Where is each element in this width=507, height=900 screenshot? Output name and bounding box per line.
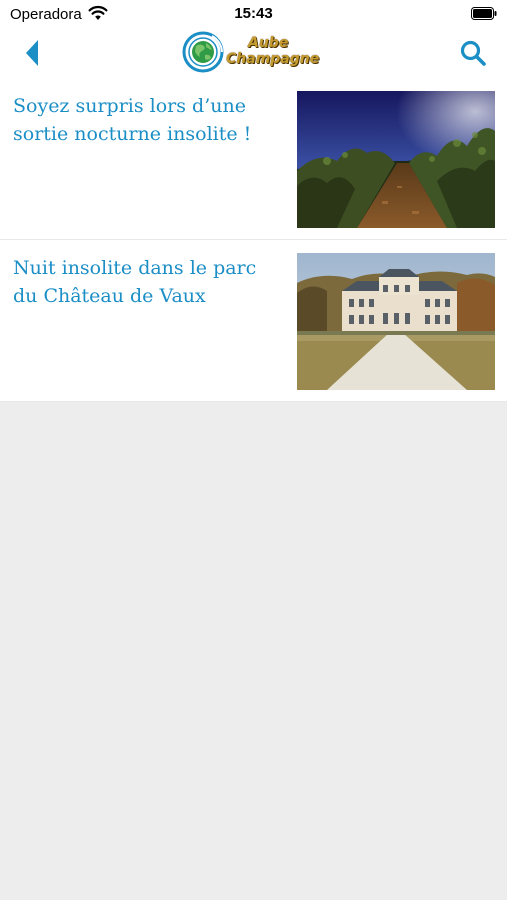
vineyard-night-image xyxy=(297,91,495,228)
status-time: 15:43 xyxy=(234,5,273,22)
nav-bar: Aube Champagne xyxy=(0,28,507,78)
back-button[interactable] xyxy=(18,36,48,70)
search-icon xyxy=(460,40,486,66)
article-title: Nuit insolite dans le parc du Château de… xyxy=(13,257,257,307)
list-item[interactable]: Soyez surpris lors d’une sortie nocturne… xyxy=(0,78,507,240)
article-title: Soyez surpris lors d’une sortie nocturne… xyxy=(13,95,252,145)
article-list: Soyez surpris lors d’une sortie nocturne… xyxy=(0,78,507,402)
chevron-left-icon xyxy=(26,40,38,66)
chateau-de-vaux-image xyxy=(297,253,495,390)
battery-icon xyxy=(471,7,497,20)
list-item[interactable]: Nuit insolite dans le parc du Château de… xyxy=(0,240,507,402)
logo-wordmark: Aube Champagne xyxy=(226,35,320,67)
status-bar: Operadora 15:43 xyxy=(0,0,507,28)
globe-icon xyxy=(182,31,224,73)
app-logo: Aube Champagne xyxy=(182,30,332,76)
search-button[interactable] xyxy=(459,39,487,67)
